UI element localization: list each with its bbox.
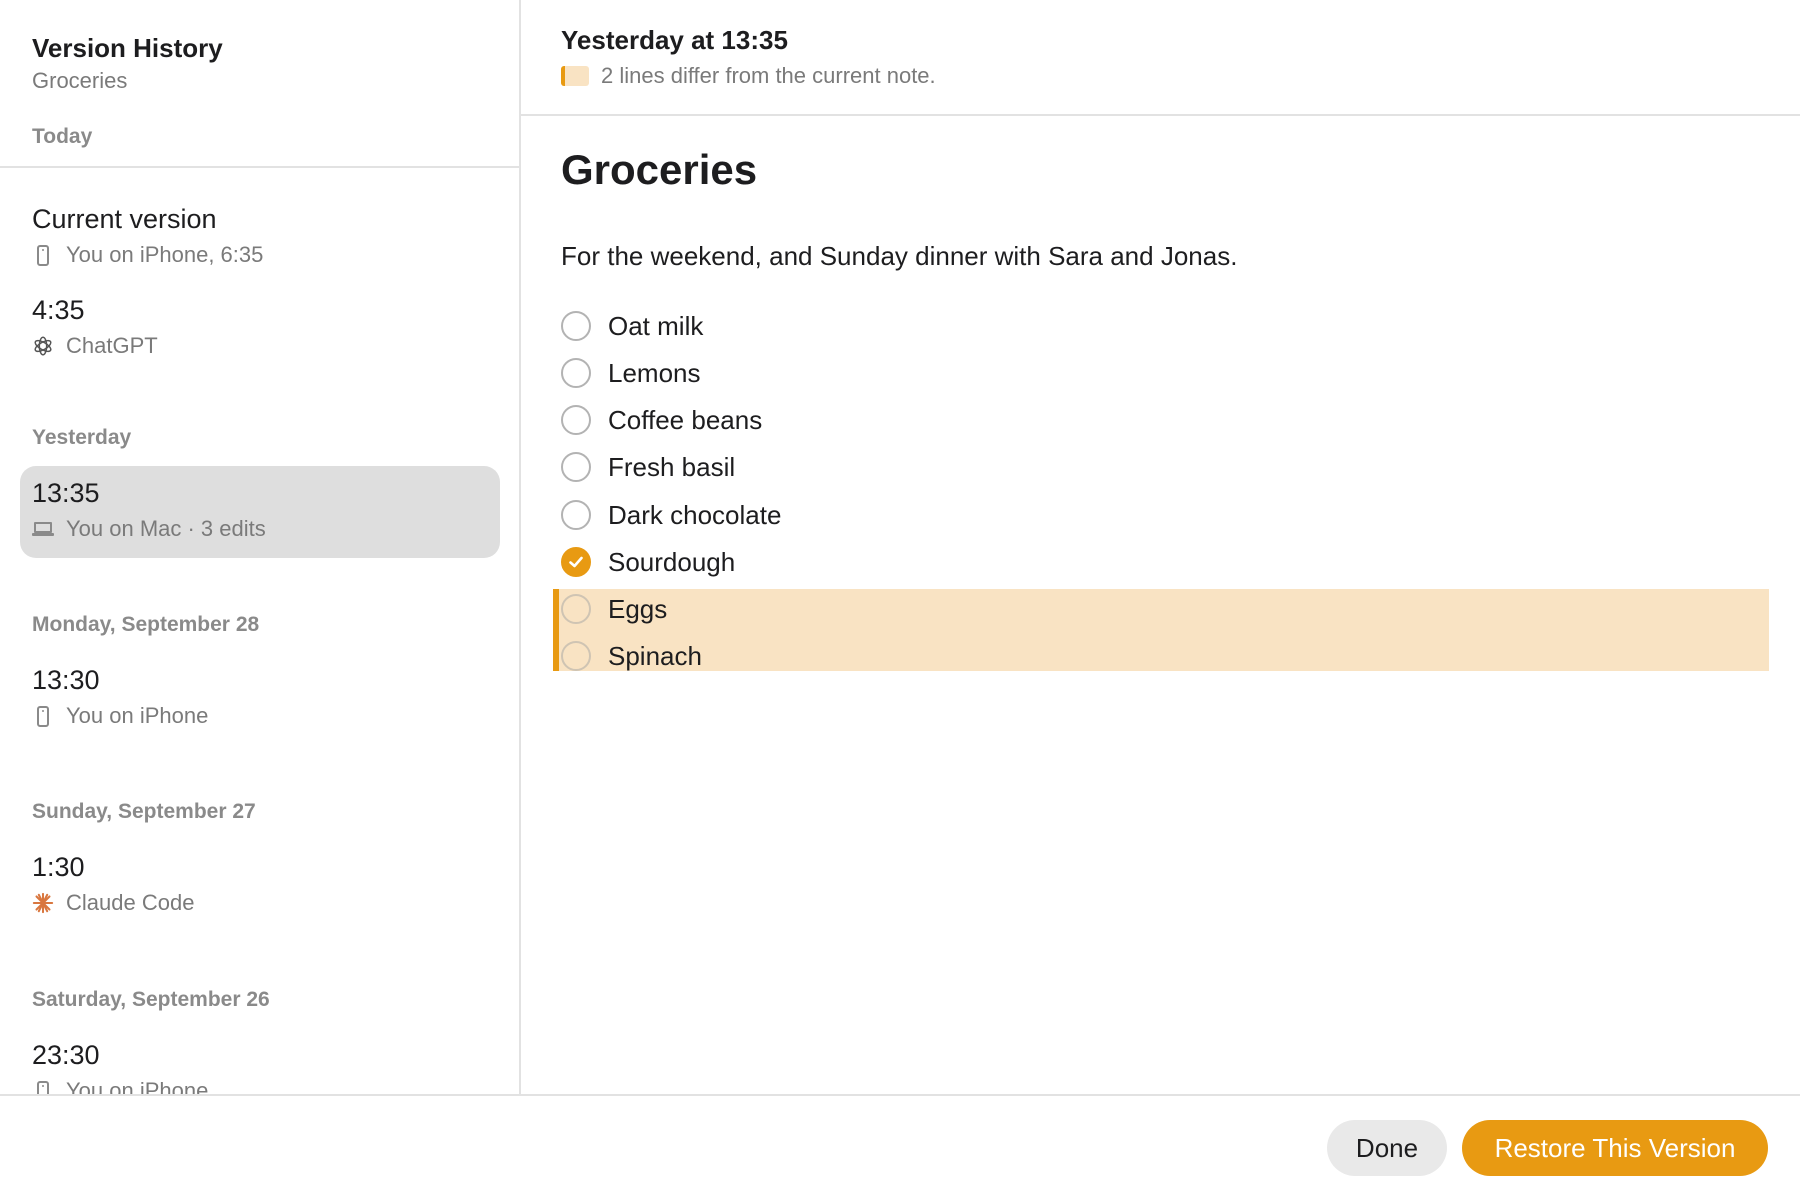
section-header-yesterday: Yesterday (32, 426, 132, 449)
checklist-item-label: Oat milk (608, 311, 704, 341)
checklist-item-label: Spinach (608, 641, 702, 671)
version-meta: You on iPhone (32, 1077, 208, 1094)
checklist-item-label: Sourdough (608, 547, 736, 577)
chatgpt-icon (32, 333, 54, 359)
version-item-1330[interactable]: 13:30 You on iPhone (20, 653, 500, 745)
checklist-item: Lemons (561, 353, 701, 393)
footer-bar: Done Restore This Version (0, 1094, 1800, 1200)
version-time: 4:35 (32, 295, 85, 325)
iphone-icon (32, 1078, 54, 1094)
checkbox-checked[interactable] (561, 547, 591, 577)
iphone-icon (32, 703, 54, 729)
note-body: For the weekend, and Sunday dinner with … (561, 241, 1238, 271)
version-time: Current version (32, 204, 217, 234)
checklist-item-label: Eggs (608, 594, 668, 624)
preview-header-title: Yesterday at 13:35 (561, 25, 788, 55)
diff-highlight (553, 589, 1769, 671)
checklist-item: Dark chocolate (561, 495, 781, 535)
diff-summary-text: 2 lines differ from the current note. (601, 63, 936, 88)
diff-summary: 2 lines differ from the current note. (561, 62, 936, 90)
checklist-item-label: Lemons (608, 358, 701, 388)
sidebar-divider (0, 166, 519, 168)
restore-version-button[interactable]: Restore This Version (1462, 1120, 1768, 1176)
version-time: 13:35 (32, 478, 100, 508)
checkbox-unchecked[interactable] (561, 405, 591, 435)
section-header-sunday-sep-27: Sunday, September 27 (32, 800, 256, 823)
section-header-saturday-sep-26: Saturday, September 26 (32, 988, 270, 1011)
checkbox-unchecked[interactable] (561, 500, 591, 530)
checklist-item: Oat milk (561, 306, 703, 346)
version-meta: Claude Code (32, 889, 194, 917)
claude-icon (32, 890, 54, 916)
version-time: 13:30 (32, 665, 100, 695)
checklist-item-changed: Spinach (561, 636, 702, 676)
checkbox-unchecked[interactable] (561, 311, 591, 341)
version-author: You on iPhone (66, 1078, 209, 1094)
version-item-1335-selected[interactable]: 13:35 You on Mac · 3 edits (20, 466, 500, 558)
diff-legend-swatch (561, 66, 589, 86)
sidebar-header: Version History Groceries (32, 32, 223, 95)
checklist-item-label: Fresh basil (608, 452, 736, 482)
version-meta: You on Mac · 3 edits (32, 515, 266, 543)
version-author: ChatGPT (66, 333, 158, 358)
checklist-item: Coffee beans (561, 400, 762, 440)
checkbox-unchecked[interactable] (561, 594, 591, 624)
checklist-item-label: Coffee beans (608, 405, 763, 435)
checklist-item-changed: Eggs (561, 589, 667, 629)
done-button[interactable]: Done (1327, 1120, 1447, 1176)
version-author: Claude Code (66, 890, 195, 915)
version-author: You on iPhone, 6:35 (66, 242, 264, 267)
section-header-monday-sep-28: Monday, September 28 (32, 613, 260, 636)
section-header-today: Today (32, 125, 93, 148)
version-item-130[interactable]: 1:30 Claude Code (20, 840, 500, 932)
header-divider (521, 114, 1800, 116)
version-item-current[interactable]: Current version You on iPhone, 6:35 (20, 192, 500, 284)
version-time: 1:30 (32, 852, 85, 882)
version-preview: Yesterday at 13:35 2 lines differ from t… (521, 0, 1800, 1094)
sidebar-title: Version History (32, 33, 223, 63)
iphone-icon (32, 242, 54, 268)
version-sidebar: Version History Groceries Today Current … (0, 0, 521, 1094)
version-meta: ChatGPT (32, 332, 158, 360)
note-title: Groceries (561, 146, 758, 193)
checkbox-unchecked[interactable] (561, 358, 591, 388)
version-author: You on iPhone (66, 703, 209, 728)
checkbox-unchecked[interactable] (561, 452, 591, 482)
laptop-icon (32, 516, 54, 542)
version-time: 23:30 (32, 1040, 100, 1070)
checklist-item-label: Dark chocolate (608, 500, 782, 530)
checkbox-unchecked[interactable] (561, 641, 591, 671)
version-meta: You on iPhone, 6:35 (32, 241, 263, 269)
version-meta: You on iPhone (32, 702, 208, 730)
version-author: You on Mac · 3 edits (66, 516, 266, 541)
checkmark-icon (569, 556, 583, 568)
version-item-435[interactable]: 4:35 ChatGPT (20, 283, 500, 375)
sidebar-subtitle: Groceries (32, 68, 128, 93)
checklist-item: Fresh basil (561, 447, 735, 487)
version-item-2330[interactable]: 23:30 You on iPhone (20, 1028, 500, 1094)
checklist-item: Sourdough (561, 542, 735, 582)
